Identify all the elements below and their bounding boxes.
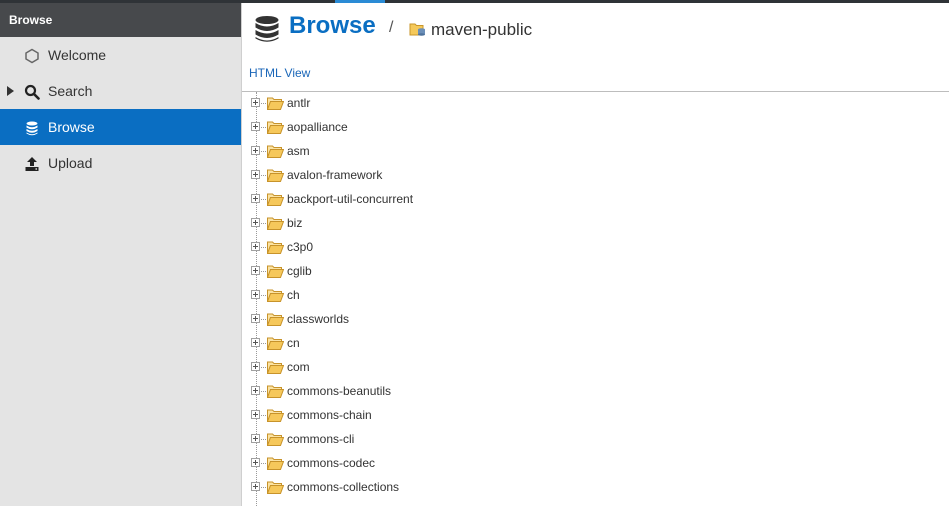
upload-icon	[25, 157, 39, 171]
folder-icon	[267, 361, 284, 374]
folder-icon	[267, 481, 284, 494]
tree-node-label: commons-beanutils	[287, 384, 392, 398]
expand-toggle-icon[interactable]	[251, 266, 260, 275]
expand-toggle-icon[interactable]	[251, 122, 260, 131]
tree-node[interactable]: avalon-framework	[242, 164, 949, 188]
expand-toggle-icon[interactable]	[251, 434, 260, 443]
tree-node[interactable]: commons-codec	[242, 452, 949, 476]
tree-node[interactable]: ch	[242, 284, 949, 308]
tree-node[interactable]: biz	[242, 212, 949, 236]
folder-icon	[267, 289, 284, 302]
tree-node-label: commons-codec	[287, 456, 376, 470]
tree-node[interactable]: c3p0	[242, 236, 949, 260]
folder-icon	[267, 433, 284, 446]
sidebar-item-welcome[interactable]: Welcome	[0, 37, 241, 73]
folder-icon	[267, 265, 284, 278]
folder-icon	[267, 121, 284, 134]
database-icon	[255, 16, 279, 42]
sidebar-item-label: Upload	[48, 155, 93, 171]
expand-toggle-icon[interactable]	[251, 218, 260, 227]
tree-node[interactable]: classworlds	[242, 308, 949, 332]
expand-toggle-icon[interactable]	[251, 410, 260, 419]
tree-node[interactable]: asm	[242, 140, 949, 164]
tree-node-label: commons-chain	[287, 408, 372, 422]
folder-icon	[267, 337, 284, 350]
sidebar-item-label: Browse	[48, 119, 95, 135]
expand-toggle-icon[interactable]	[251, 290, 260, 299]
tree-node-label: ch	[287, 288, 300, 302]
folder-icon	[267, 313, 284, 326]
tree-node-label: aopalliance	[287, 120, 348, 134]
tree-node[interactable]: com	[242, 356, 949, 380]
tree-node-label: cn	[287, 336, 300, 350]
sidebar-item-label: Welcome	[48, 47, 107, 63]
tree-node-label: asm	[287, 144, 310, 158]
component-tree: antlr aopalliance asm avalon-framework backp…	[242, 92, 949, 506]
page-title[interactable]: Browse	[289, 12, 376, 40]
tree-node-label: backport-util-concurrent	[287, 192, 414, 206]
tree-node-label: com	[287, 360, 310, 374]
expand-toggle-icon[interactable]	[251, 98, 260, 107]
tree-node[interactable]: commons-cli	[242, 428, 949, 452]
expand-toggle-icon[interactable]	[251, 482, 260, 491]
sidebar-item-browse[interactable]: Browse	[0, 109, 241, 145]
sidebar-item-upload[interactable]: Upload	[0, 145, 241, 181]
folder-icon	[267, 193, 284, 206]
expand-toggle-icon[interactable]	[251, 314, 260, 323]
tree-node-label: commons-collections	[287, 480, 400, 494]
folder-icon	[267, 241, 284, 254]
tree-node[interactable]: cglib	[242, 260, 949, 284]
tree-node[interactable]: cn	[242, 332, 949, 356]
tree-node[interactable]: commons-collections	[242, 476, 949, 500]
folder-icon	[267, 385, 284, 398]
tree-node[interactable]: aopalliance	[242, 116, 949, 140]
tree-node[interactable]: commons-beanutils	[242, 380, 949, 404]
tree-node-label: commons-cli	[287, 432, 355, 446]
folder-icon	[267, 409, 284, 422]
breadcrumb-separator: /	[389, 19, 394, 36]
sidebar-item-search[interactable]: Search	[0, 73, 241, 109]
tree-node-label: classworlds	[287, 312, 350, 326]
html-view-link[interactable]: HTML View	[249, 66, 310, 80]
repository-icon	[409, 23, 425, 36]
main-content: Browse / maven-public HTML View antlr aop…	[242, 3, 949, 506]
sidebar-item-label: Search	[48, 83, 93, 99]
expand-toggle-icon[interactable]	[251, 170, 260, 179]
tree-node-label: antlr	[287, 96, 311, 110]
expand-arrow-icon[interactable]	[7, 86, 14, 96]
breadcrumb: Browse / maven-public	[242, 3, 949, 57]
tree-node-label: cglib	[287, 264, 312, 278]
repository-name: maven-public	[431, 20, 533, 39]
expand-toggle-icon[interactable]	[251, 338, 260, 347]
tree-node-label: avalon-framework	[287, 168, 383, 182]
folder-icon	[267, 217, 284, 230]
expand-toggle-icon[interactable]	[251, 146, 260, 155]
database-icon	[26, 121, 38, 136]
sidebar-header: Browse	[0, 3, 241, 37]
expand-toggle-icon[interactable]	[251, 386, 260, 395]
tree-node-label: c3p0	[287, 240, 314, 254]
expand-toggle-icon[interactable]	[251, 362, 260, 371]
tree-node-label: biz	[287, 216, 303, 230]
expand-toggle-icon[interactable]	[251, 194, 260, 203]
hexagon-icon	[25, 48, 39, 64]
expand-toggle-icon[interactable]	[251, 458, 260, 467]
expand-toggle-icon[interactable]	[251, 242, 260, 251]
folder-icon	[267, 97, 284, 110]
tree-node[interactable]: backport-util-concurrent	[242, 188, 949, 212]
search-icon	[24, 84, 40, 100]
folder-icon	[267, 145, 284, 158]
sidebar: Browse Welcome Search Browse Upload	[0, 3, 242, 506]
tree-node[interactable]: commons-chain	[242, 404, 949, 428]
folder-icon	[267, 169, 284, 182]
folder-icon	[267, 457, 284, 470]
tree-node[interactable]: antlr	[242, 92, 949, 116]
